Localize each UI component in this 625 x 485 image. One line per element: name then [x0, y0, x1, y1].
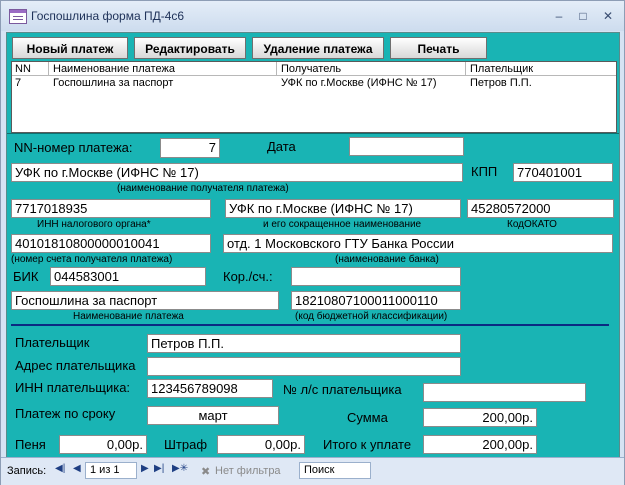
account-caption: (номер счета получателя платежа)	[11, 254, 173, 265]
list-header-nn[interactable]: NN	[15, 63, 31, 75]
column-separator	[48, 62, 49, 75]
total-label: Итого к уплате	[323, 437, 412, 452]
kpp-field[interactable]: 770401001	[513, 163, 613, 182]
list-header-payment-name[interactable]: Наименование платежа	[53, 63, 175, 75]
title-bar: Госпошлина форма ПД-4с6 – □ ✕	[1, 1, 624, 31]
close-button[interactable]: ✕	[598, 9, 618, 23]
last-record-icon[interactable]: ▶|	[154, 463, 164, 474]
account-field[interactable]: 40101810800000010041	[11, 234, 211, 253]
kpp-label: КПП	[471, 164, 498, 179]
term-label: Платеж по сроку	[15, 406, 116, 421]
inn-caption: ИНН налогового органа*	[37, 219, 151, 230]
account-no-field[interactable]	[423, 383, 586, 402]
payer-field[interactable]: Петров П.П.	[147, 334, 461, 353]
inn-field[interactable]: 7717018935	[11, 199, 211, 218]
recipient-caption: (наименование получателя платежа)	[117, 183, 289, 194]
payment-form: Новый платеж Редактировать Удаление плат…	[6, 32, 620, 458]
column-separator	[465, 62, 466, 75]
application-window: Госпошлина форма ПД-4с6 – □ ✕ Новый плат…	[0, 0, 625, 485]
row-payment-name: Госпошлина за паспорт	[53, 77, 174, 89]
first-record-icon[interactable]: ◀|	[55, 463, 65, 474]
search-input[interactable]: Поиск	[299, 462, 371, 479]
payments-list[interactable]: NN Наименование платежа Получатель Плате…	[11, 61, 617, 133]
sum-label: Сумма	[347, 410, 388, 425]
kbk-caption: (код бюджетной классификации)	[295, 311, 448, 322]
fine-field[interactable]: 0,00р.	[217, 435, 305, 454]
payer-inn-field[interactable]: 123456789098	[147, 379, 273, 398]
date-field[interactable]	[349, 137, 464, 156]
recipient-field[interactable]: УФК по г.Москве (ИФНС № 17)	[11, 163, 463, 182]
payer-inn-label: ИНН плательщика:	[15, 380, 131, 395]
term-field[interactable]: март	[147, 406, 279, 425]
record-position-field[interactable]: 1 из 1	[85, 462, 137, 479]
edit-button[interactable]: Редактировать	[134, 37, 246, 59]
okato-caption: КодОКАТО	[507, 219, 557, 230]
kbk-field[interactable]: 18210807100011000110	[291, 291, 461, 310]
address-label: Адрес плательщика	[15, 358, 136, 373]
maximize-button[interactable]: □	[573, 9, 593, 23]
penalty-label: Пеня	[15, 437, 46, 452]
header-divider	[12, 75, 616, 76]
new-record-icon[interactable]: ▶✳	[172, 463, 188, 474]
window-title: Госпошлина форма ПД-4с6	[31, 9, 185, 23]
section-divider	[7, 133, 619, 134]
corr-account-label: Кор./сч.:	[223, 269, 273, 284]
previous-record-icon[interactable]: ◀	[73, 463, 81, 474]
record-navigation-bar: Запись: ◀| ◀ 1 из 1 ▶ ▶| ▶✳ ✖ Нет фильтр…	[1, 457, 624, 485]
list-header-recipient[interactable]: Получатель	[281, 63, 341, 75]
payment-name-field[interactable]: Госпошлина за паспорт	[11, 291, 279, 310]
short-name-field[interactable]: УФК по г.Москве (ИФНС № 17)	[225, 199, 461, 218]
sum-field[interactable]: 200,00р.	[423, 408, 537, 427]
filter-status[interactable]: Нет фильтра	[215, 465, 281, 477]
total-field[interactable]: 200,00р.	[423, 435, 537, 454]
nn-label: NN-номер платежа:	[14, 140, 133, 155]
bank-field[interactable]: отд. 1 Московского ГТУ Банка России	[223, 234, 613, 253]
form-icon	[9, 9, 27, 24]
bik-field[interactable]: 044583001	[50, 267, 206, 286]
minimize-button[interactable]: –	[549, 9, 569, 23]
nn-field[interactable]: 7	[160, 138, 220, 158]
print-button[interactable]: Печать	[390, 37, 487, 59]
date-label: Дата	[267, 139, 296, 154]
payer-label: Плательщик	[15, 335, 90, 350]
list-header-payer[interactable]: Плательщик	[470, 63, 533, 75]
filter-icon[interactable]: ✖	[201, 465, 210, 478]
penalty-field[interactable]: 0,00р.	[59, 435, 147, 454]
payer-section-divider	[11, 324, 609, 326]
delete-payment-button[interactable]: Удаление платежа	[252, 37, 384, 59]
corr-account-field[interactable]	[291, 267, 461, 286]
okato-field[interactable]: 45280572000	[467, 199, 614, 218]
payment-name-caption: Наименование платежа	[73, 311, 184, 322]
record-label: Запись:	[7, 465, 47, 477]
column-separator	[276, 62, 277, 75]
next-record-icon[interactable]: ▶	[141, 463, 149, 474]
row-nn: 7	[15, 77, 22, 89]
fine-label: Штраф	[164, 437, 208, 452]
row-recipient: УФК по г.Москве (ИФНС № 17)	[281, 77, 437, 89]
bank-caption: (наименование банка)	[335, 254, 439, 265]
new-payment-button[interactable]: Новый платеж	[12, 37, 128, 59]
bik-label: БИК	[13, 269, 39, 284]
account-no-label: № л/с плательщика	[283, 382, 402, 397]
short-name-caption: и его сокращенное наименование	[263, 219, 422, 230]
row-payer: Петров П.П.	[470, 77, 532, 89]
address-field[interactable]	[147, 357, 461, 376]
